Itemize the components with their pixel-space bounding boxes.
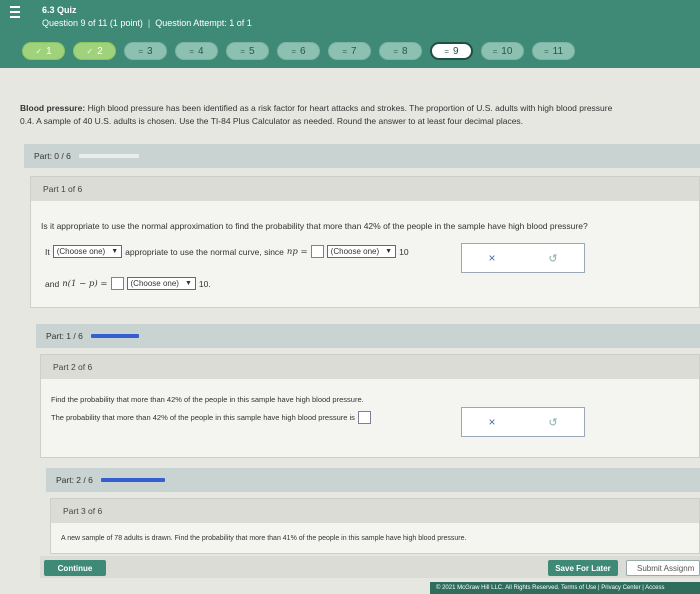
question-number: 5 bbox=[249, 45, 255, 57]
question-number: 3 bbox=[147, 45, 153, 57]
label-and: and bbox=[45, 278, 60, 289]
question-nav-item-5[interactable]: = 5 bbox=[226, 42, 269, 60]
question-info: Question 9 of 11 (1 point) | Question Atte… bbox=[42, 18, 252, 28]
status-icon: = bbox=[492, 46, 498, 56]
attempt-label: Question Attempt: 1 of 1 bbox=[155, 18, 252, 28]
status-icon: = bbox=[444, 46, 450, 56]
label-np: np = bbox=[286, 246, 308, 257]
part-progress-2: Part: 2 / 6 bbox=[46, 468, 700, 492]
continue-button[interactable]: Continue bbox=[44, 560, 106, 576]
status-icon: = bbox=[393, 46, 399, 56]
part-2-header: Part 2 of 6 bbox=[41, 355, 699, 379]
status-icon: = bbox=[342, 46, 348, 56]
question-number: 8 bbox=[402, 45, 408, 57]
part-1-row-2: and n(1 − p) = (Choose one) ▼ 10. bbox=[45, 277, 211, 290]
question-nav-item-2[interactable]: ✓ 2 bbox=[73, 42, 116, 60]
question-number: 1 bbox=[46, 45, 52, 57]
status-icon: = bbox=[138, 46, 144, 56]
choose-one-select-3[interactable]: (Choose one) ▼ bbox=[126, 277, 196, 290]
question-number: 4 bbox=[198, 45, 204, 57]
progress-bar bbox=[90, 334, 139, 338]
part-3-line-1: A new sample of 78 adults is drawn. Find… bbox=[61, 535, 467, 542]
problem-line-1: High blood pressure has been identified … bbox=[87, 103, 613, 113]
part-progress-1: Part: 1 / 6 bbox=[36, 324, 700, 348]
submit-assignment-button[interactable]: Submit Assignm bbox=[626, 560, 700, 576]
part-progress-label: Part: 2 / 6 bbox=[56, 475, 93, 485]
problem-title: Blood pressure: bbox=[20, 103, 86, 113]
undo-icon[interactable]: ↺ bbox=[548, 252, 557, 265]
part-1-panel: Part 1 of 6 Is it appropriate to use the… bbox=[30, 176, 700, 308]
progress-bar bbox=[100, 478, 165, 482]
problem-statement: Blood pressure: High blood pressure has … bbox=[20, 102, 696, 128]
undo-icon[interactable]: ↺ bbox=[548, 416, 557, 429]
part-2-line-2: The probability that more than 42% of th… bbox=[51, 411, 371, 424]
part-2-actions: × ↺ bbox=[461, 407, 585, 437]
label-it: It bbox=[45, 246, 50, 257]
question-nav-item-7[interactable]: = 7 bbox=[328, 42, 371, 60]
menu-icon[interactable] bbox=[10, 6, 20, 20]
label-ten-1: 10 bbox=[399, 246, 409, 257]
copyright-bar: © 2021 McGraw Hill LLC. All Rights Reser… bbox=[430, 582, 700, 594]
part-progress-0: Part: 0 / 6 bbox=[24, 144, 700, 168]
part-3-header: Part 3 of 6 bbox=[51, 499, 699, 523]
question-nav-item-11[interactable]: = 11 bbox=[532, 42, 575, 60]
question-nav-item-10[interactable]: = 10 bbox=[481, 42, 524, 60]
question-number: 9 bbox=[453, 45, 459, 57]
label-normal-curve: appropriate to use the normal curve, sin… bbox=[125, 246, 284, 257]
part-1-header: Part 1 of 6 bbox=[31, 177, 699, 201]
question-nav-item-8[interactable]: = 8 bbox=[379, 42, 422, 60]
part-2-panel: Part 2 of 6 Find the probability that mo… bbox=[40, 354, 700, 458]
check-icon: ✓ bbox=[35, 46, 43, 56]
question-number: 6 bbox=[300, 45, 306, 57]
question-nav-item-9[interactable]: = 9 bbox=[430, 42, 473, 60]
part-2-line-1: Find the probability that more than 42% … bbox=[51, 395, 364, 404]
part-progress-label: Part: 1 / 6 bbox=[46, 331, 83, 341]
question-nav: ✓ 1 ✓ 2 = 3 = 4 = 5 = 6 = 7 = 8 = 9 = 10 = 11 bbox=[22, 42, 583, 60]
status-icon: = bbox=[189, 46, 195, 56]
progress-bar bbox=[78, 154, 139, 158]
save-for-later-button[interactable]: Save For Later bbox=[548, 560, 618, 576]
part-3-panel: Part 3 of 6 A new sample of 78 adults is… bbox=[50, 498, 700, 554]
part-progress-label: Part: 0 / 6 bbox=[34, 151, 71, 161]
status-icon: = bbox=[543, 46, 549, 56]
probability-input[interactable] bbox=[357, 411, 371, 424]
question-label: Question 9 of 11 (1 point) bbox=[42, 18, 143, 28]
clear-icon[interactable]: × bbox=[488, 251, 495, 265]
question-nav-item-1[interactable]: ✓ 1 bbox=[22, 42, 65, 60]
question-number: 10 bbox=[501, 45, 513, 57]
question-number: 2 bbox=[97, 45, 103, 57]
label-n1p: n(1 − p) = bbox=[62, 278, 108, 289]
question-number: 7 bbox=[351, 45, 357, 57]
question-nav-item-3[interactable]: = 3 bbox=[124, 42, 167, 60]
question-number: 11 bbox=[552, 45, 564, 57]
clear-icon[interactable]: × bbox=[488, 415, 495, 429]
problem-line-2: 0.4. A sample of 40 U.S. adults is chose… bbox=[20, 116, 524, 126]
np-input[interactable] bbox=[310, 245, 324, 258]
choose-one-select-1[interactable]: (Choose one) ▼ bbox=[52, 245, 123, 258]
check-icon: ✓ bbox=[86, 46, 94, 56]
part-1-actions: × ↺ bbox=[461, 243, 585, 273]
quiz-header: 6.3 Quiz Question 9 of 11 (1 point) | Ques… bbox=[0, 0, 700, 68]
status-icon: = bbox=[291, 46, 297, 56]
part-1-question: Is it appropriate to use the normal appr… bbox=[41, 221, 588, 231]
quiz-title: 6.3 Quiz bbox=[42, 5, 77, 15]
question-nav-item-6[interactable]: = 6 bbox=[277, 42, 320, 60]
question-nav-item-4[interactable]: = 4 bbox=[175, 42, 218, 60]
label-ten-2: 10. bbox=[198, 278, 211, 289]
choose-one-select-2[interactable]: (Choose one) ▼ bbox=[326, 245, 397, 258]
part-1-row-1: It (Choose one) ▼ appropriate to use the … bbox=[45, 245, 409, 258]
n1p-input[interactable] bbox=[110, 277, 124, 290]
status-icon: = bbox=[240, 46, 246, 56]
